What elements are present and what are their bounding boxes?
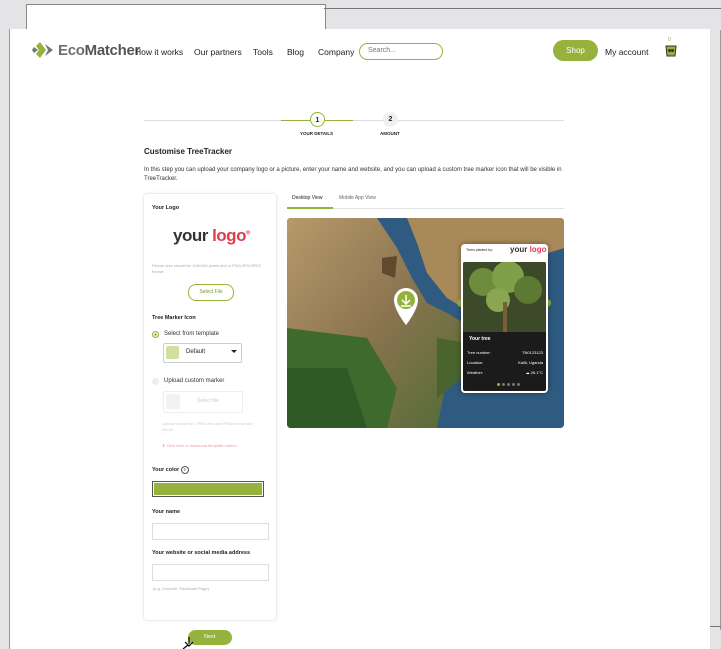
shop-button[interactable]: Shop [553,40,598,61]
nav-blog[interactable]: Blog [287,47,304,57]
nav-how-it-works[interactable]: How it works [135,47,183,57]
template-radio[interactable] [152,331,159,338]
tree-image [463,262,546,332]
name-label: Your name [152,509,181,515]
step-1[interactable]: 1 [310,112,325,127]
card-logo: your logo [510,245,547,254]
upload-select-label: Select file [197,398,219,404]
page: EcoMatcher How it works Our partners Too… [9,29,710,649]
card-planted-by: Trees planted by: [466,248,493,252]
marker-template-icon [166,346,179,359]
custom-marker-radio[interactable] [152,378,159,385]
website-input[interactable] [152,564,269,581]
browser-frame [26,4,326,29]
map-marker-icon[interactable] [392,286,420,326]
step-2-label: AMOUNT [380,131,400,136]
color-label: Your color ? [152,466,189,474]
tree-photo: Your tree Tree number: TN0123123 Locatio… [463,262,546,391]
step-track [144,120,281,121]
color-swatch [154,483,262,495]
custom-marker-label: Upload custom marker [164,378,225,384]
info-icon: ? [180,466,189,474]
website-hint: (e.g. LinkedIn, Facebook Page) [153,586,209,591]
carousel-dots[interactable] [497,383,520,386]
nav-tools[interactable]: Tools [253,47,273,57]
template-dropdown[interactable]: Default [163,343,242,363]
intro-text: In this step you can upload your company… [144,167,562,182]
ecomatcher-wordmark: EcoMatcher [58,41,141,59]
ecomatcher-logo[interactable]: EcoMatcher [32,41,140,59]
website-label: Your website or social media address [152,550,251,556]
chevron-down-icon [231,350,237,353]
nav-our-partners[interactable]: Our partners [194,47,242,57]
tree-info-card: Trees planted by: your logo Your tree Tr… [461,244,548,393]
weather-value: ☁ 26.1°C [525,370,543,375]
nav-company[interactable]: Company [318,47,354,57]
cart-icon[interactable]: 0 [664,37,678,57]
logo-preview: your logo® [173,226,250,245]
logo-hint: Picture size should be 100x100 pixels an… [152,263,262,274]
marker-label: Tree Marker Icon [152,315,196,321]
step-1-label: YOUR DETAILS [300,131,334,136]
template-selected: Default [186,349,206,355]
location-value: Kaliti, Uganda [518,360,543,365]
color-picker[interactable] [152,481,264,497]
location-label: Location: [467,360,484,365]
your-tree-title: Your tree [469,336,491,342]
page-title: Customise TreeTracker [144,147,233,156]
upload-hint: Upload should be 1 PNG files and PNG for… [162,421,253,432]
step-2[interactable]: 2 [383,112,398,127]
tab-desktop-view[interactable]: Desktop View [292,195,322,201]
tree-number-value: TN0123123 [522,350,543,355]
frame-divider [324,8,721,9]
tab-active-indicator [287,207,333,209]
search-input[interactable]: Search... [359,43,443,60]
my-account-link[interactable]: My account [605,47,648,57]
logo-label: Your Logo [152,205,180,211]
marker-placeholder-icon [166,394,180,409]
pointer-cursor-icon [182,637,194,649]
ecomatcher-logo-icon [32,42,53,58]
select-file-button[interactable]: Select File [188,284,234,301]
tree-number-label: Tree number: [467,350,491,355]
cart-count: 0 [668,37,671,43]
template-option-label: Select from template [164,331,220,337]
download-template-link[interactable]: ⬇ Click here to download template marker [162,443,237,448]
tab-mobile-app-view[interactable]: Mobile App View [339,195,376,201]
upload-marker-box[interactable]: Select file [163,391,243,413]
weather-label: Weather: [467,370,484,375]
basket-icon [665,45,677,57]
name-input[interactable] [152,523,269,540]
